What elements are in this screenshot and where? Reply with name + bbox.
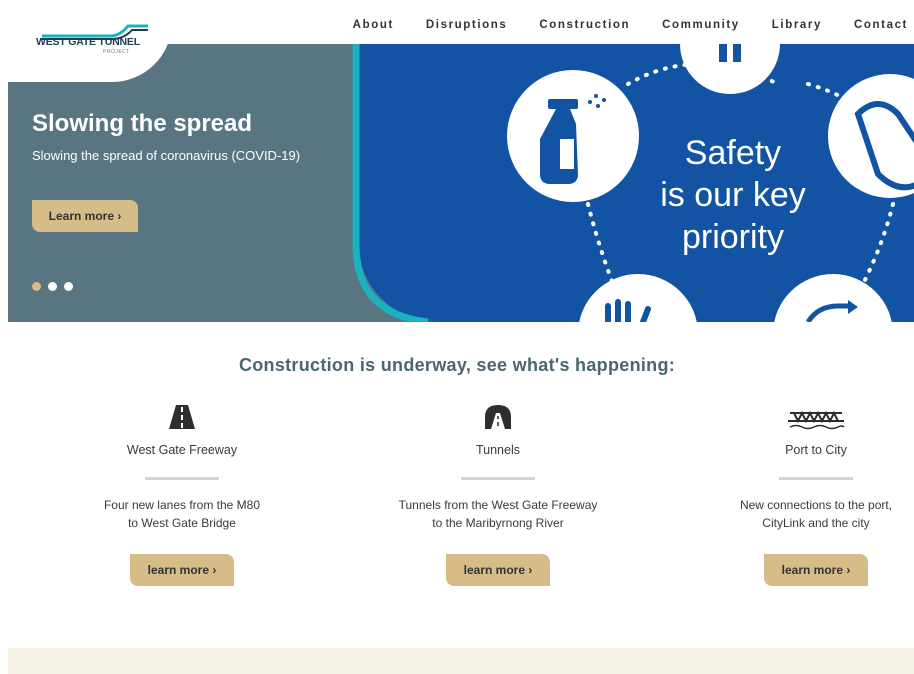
- divider: [145, 477, 219, 480]
- card-title: Port to City: [785, 443, 847, 457]
- description-line: Tunnels from the West Gate Freeway: [398, 498, 598, 512]
- card-title: Tunnels: [475, 443, 520, 457]
- construction-card-freeway: West Gate Freeway Four new lanes from th…: [32, 403, 332, 586]
- poster-line: is our key: [660, 176, 806, 214]
- divider: [461, 477, 535, 480]
- construction-card-tunnels: Tunnels Tunnels from the West Gate Freew…: [348, 403, 648, 586]
- card-description: Four new lanes from the M80 to West Gate…: [32, 496, 332, 532]
- description-line: to West Gate Bridge: [128, 516, 236, 530]
- card-description: Tunnels from the West Gate Freeway to th…: [348, 496, 648, 532]
- poster-line: Safety: [684, 134, 782, 172]
- hero-title: Slowing the spread: [32, 110, 253, 137]
- description-line: to the Maribyrnong River: [432, 516, 564, 530]
- carousel-dot[interactable]: [64, 282, 73, 291]
- learn-more-button[interactable]: learn more ›: [764, 554, 868, 586]
- hero-subtitle: Slowing the spread of coronavirus (COVID…: [32, 148, 301, 163]
- divider: [779, 477, 853, 480]
- description-line: Four new lanes from the M80: [103, 498, 261, 512]
- site-logo[interactable]: WEST GATE TUNNEL PROJECT: [36, 22, 156, 62]
- nav-disruptions[interactable]: Disruptions: [426, 19, 508, 31]
- hero-learn-more-button[interactable]: Learn more ›: [32, 200, 138, 232]
- tunnel-icon: [485, 405, 511, 429]
- learn-more-button[interactable]: learn more ›: [446, 554, 550, 586]
- road-icon: [169, 405, 195, 429]
- safety-poster-text: Safety is our key priority: [628, 132, 838, 258]
- description-line: New connections to the port,: [739, 498, 893, 512]
- teal-curve-divider: [352, 44, 429, 322]
- carousel-dot[interactable]: [48, 282, 57, 291]
- nav-construction[interactable]: Construction: [539, 19, 630, 31]
- learn-more-button[interactable]: learn more ›: [130, 554, 234, 586]
- card-title: West Gate Freeway: [126, 443, 238, 457]
- footer-band: [8, 648, 914, 674]
- nav-contact[interactable]: Contact: [854, 19, 908, 31]
- nav-library[interactable]: Library: [772, 19, 822, 31]
- description-line: CityLink and the city: [762, 516, 870, 530]
- nav-about[interactable]: About: [353, 19, 394, 31]
- carousel-dot[interactable]: [32, 282, 41, 291]
- poster-line: priority: [681, 218, 785, 256]
- logo-subtitle: PROJECT: [103, 49, 130, 55]
- logo-title: WEST GATE TUNNEL: [36, 36, 140, 48]
- carousel-dots: [32, 282, 73, 291]
- main-nav: About Disruptions Construction Community…: [321, 19, 908, 31]
- logo-container: WEST GATE TUNNEL PROJECT: [8, 0, 172, 82]
- hero-banner: Safety is our key priority Slowing the s…: [8, 44, 914, 322]
- card-description: New connections to the port, CityLink an…: [666, 496, 914, 532]
- bridge-icon: [788, 410, 845, 430]
- section-heading: Construction is underway, see what's hap…: [238, 355, 676, 375]
- construction-card-port: Port to City New connections to the port…: [666, 403, 914, 586]
- nav-community[interactable]: Community: [662, 19, 740, 31]
